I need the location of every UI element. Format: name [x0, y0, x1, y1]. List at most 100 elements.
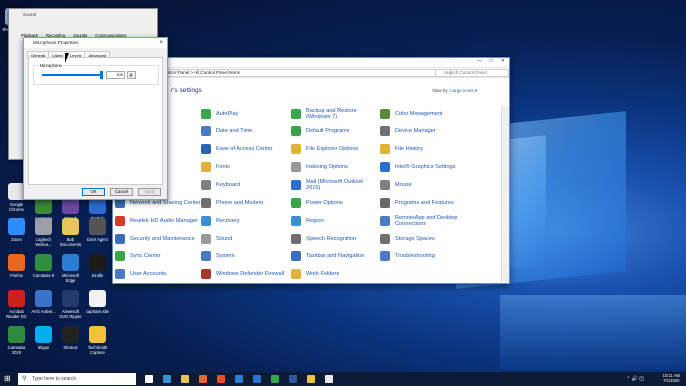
control-panel-item[interactable]: Intel® Graphics Settings: [380, 159, 490, 175]
control-panel-item[interactable]: Taskbar and Navigation: [291, 248, 377, 264]
taskbar-app-icon[interactable]: [235, 375, 243, 383]
control-panel-item[interactable]: Keyboard: [201, 177, 287, 193]
ok-button[interactable]: OK: [82, 188, 105, 196]
desktop-icon[interactable]: AVG Antivir...: [30, 290, 57, 314]
control-panel-item-label: Troubleshooting: [395, 253, 435, 259]
desktop-icon[interactable]: Kindle: [84, 254, 111, 278]
desktop-icon[interactable]: Logitech Webca...: [30, 218, 57, 247]
control-panel-item[interactable]: System: [201, 248, 287, 264]
control-panel-item[interactable]: Sync Center: [115, 248, 201, 264]
control-panel-item[interactable]: Default Programs: [291, 123, 377, 139]
control-panel-item[interactable]: Windows Defender Firewall: [201, 266, 287, 282]
taskbar-app-icon[interactable]: [307, 375, 315, 383]
desktop-icon[interactable]: Shotcut: [57, 326, 84, 350]
microphone-properties-dialog[interactable]: Microphone Properties × General Listen L…: [23, 37, 168, 200]
control-panel-titlebar[interactable]: — □ ✕: [113, 58, 509, 68]
maximize-icon[interactable]: □: [490, 58, 493, 64]
taskbar-app-icon[interactable]: [253, 375, 261, 383]
level-value-field[interactable]: 100: [106, 71, 125, 79]
desktop-icon-label: Camtasia 9: [32, 273, 55, 278]
control-panel-item-icon: [291, 251, 301, 261]
search-input[interactable]: Search Control Panel: [435, 69, 509, 77]
taskbar-app-icon[interactable]: [325, 375, 333, 383]
desktop-icon[interactable]: DaVi Agent: [84, 218, 111, 242]
taskbar-app-icon[interactable]: [145, 375, 153, 383]
taskbar-search-input[interactable]: ⚲ Type here to search: [18, 373, 136, 385]
control-panel-item[interactable]: Recovery: [201, 213, 287, 229]
minimize-icon[interactable]: —: [477, 58, 482, 64]
control-panel-item[interactable]: File History: [380, 141, 490, 157]
desktop-icon[interactable]: Bob Documents: [57, 218, 84, 247]
slider-thumb[interactable]: [100, 71, 103, 79]
control-panel-window[interactable]: — □ ✕ Control Panel > All Control Panel …: [112, 57, 510, 284]
windows-start-icon[interactable]: ⊞: [4, 375, 12, 383]
vertical-scrollbar[interactable]: [501, 106, 509, 282]
clock[interactable]: 10:11 AM 7/1/2020: [663, 373, 680, 383]
control-panel-item[interactable]: User Accounts: [115, 266, 201, 282]
desktop-icon[interactable]: captions.sbv: [84, 290, 111, 314]
speaker-icon[interactable]: 🔈: [127, 71, 136, 79]
control-panel-item[interactable]: Storage Spaces: [380, 231, 490, 247]
control-panel-item-icon: [201, 216, 211, 226]
control-panel-item-label: File Explorer Options: [306, 146, 359, 152]
control-panel-item[interactable]: Security and Maintenance: [115, 231, 201, 247]
desktop-icon[interactable]: Camtasia 2019: [3, 326, 30, 355]
control-panel-item-label: Programs and Features: [395, 200, 454, 206]
control-panel-item[interactable]: Color Management: [380, 106, 490, 122]
control-panel-item[interactable]: Fonts: [201, 159, 287, 175]
control-panel-item[interactable]: Sound: [201, 231, 287, 247]
desktop-icon[interactable]: Microsoft Edge: [57, 254, 84, 283]
dialog-titlebar[interactable]: Microphone Properties ×: [24, 38, 167, 48]
desktop-icon-label: Zoom: [11, 237, 22, 242]
control-panel-item[interactable]: Programs and Features: [380, 195, 490, 211]
control-panel-item[interactable]: Mail (Microsoft Outlook 2016): [291, 177, 377, 193]
desktop-icon[interactable]: Zoom: [3, 218, 30, 242]
app-icon: [62, 254, 79, 271]
control-panel-item[interactable]: Realtek HD Audio Manager: [115, 213, 201, 229]
desktop-icon[interactable]: Skype: [30, 326, 57, 350]
control-panel-item[interactable]: Region: [291, 213, 377, 229]
control-panel-item-icon: [291, 126, 301, 136]
control-panel-item[interactable]: Device Manager: [380, 123, 490, 139]
control-panel-item-label: Indexing Options: [306, 164, 348, 170]
control-panel-item[interactable]: RemoteApp and Desktop Connections: [380, 213, 490, 229]
control-panel-item[interactable]: Phone and Modem: [201, 195, 287, 211]
taskbar-app-icon[interactable]: [289, 375, 297, 383]
control-panel-item[interactable]: Indexing Options: [291, 159, 377, 175]
control-panel-item[interactable]: Ease of Access Center: [201, 141, 287, 157]
control-panel-item-icon: [201, 126, 211, 136]
view-by-dropdown[interactable]: Large icons: [450, 88, 473, 93]
taskbar-app-icon[interactable]: [199, 375, 207, 383]
control-panel-item[interactable]: Date and Time: [201, 123, 287, 139]
control-panel-item[interactable]: Mouse: [380, 177, 490, 193]
control-panel-item[interactable]: AutoPlay: [201, 106, 287, 122]
microphone-level-slider[interactable]: [42, 71, 103, 79]
control-panel-item[interactable]: Backup and Restore (Windows 7): [291, 106, 377, 122]
microphone-level-label: Microphone: [39, 63, 63, 68]
desktop-icon[interactable]: Aiseesoft DVD Ripper: [57, 290, 84, 319]
control-panel-item[interactable]: Speech Recognition: [291, 231, 377, 247]
apply-button[interactable]: Apply: [138, 188, 161, 196]
desktop-icon-label: Skype: [37, 345, 50, 350]
taskbar-app-icon[interactable]: [163, 375, 171, 383]
desktop-icon[interactable]: Camtasia 9: [30, 254, 57, 278]
control-panel-item[interactable]: Troubleshooting: [380, 248, 490, 264]
desktop-icon[interactable]: TechSmith Capture: [84, 326, 111, 355]
close-icon[interactable]: ×: [159, 38, 163, 48]
desktop-icon[interactable]: Firefox: [3, 254, 30, 278]
control-panel-item[interactable]: Work Folders: [291, 266, 377, 282]
control-panel-item-label: Storage Spaces: [395, 236, 435, 242]
control-panel-item[interactable]: File Explorer Options: [291, 141, 377, 157]
address-bar[interactable]: Control Panel > All Control Panel Items: [143, 69, 451, 77]
chevron-down-icon[interactable]: ▾: [475, 88, 477, 93]
desktop-icon[interactable]: Acrobat Reader DC: [3, 290, 30, 319]
control-panel-item-label: File History: [395, 146, 423, 152]
taskbar-app-icon[interactable]: [217, 375, 225, 383]
control-panel-item[interactable]: Power Options: [291, 195, 377, 211]
taskbar-app-icon[interactable]: [181, 375, 189, 383]
taskbar-app-icon[interactable]: [271, 375, 279, 383]
system-tray-icons[interactable]: ⌃ 🔊 ◫: [626, 376, 644, 382]
app-icon: [8, 218, 25, 235]
close-icon[interactable]: ✕: [501, 58, 505, 64]
cancel-button[interactable]: Cancel: [110, 188, 133, 196]
